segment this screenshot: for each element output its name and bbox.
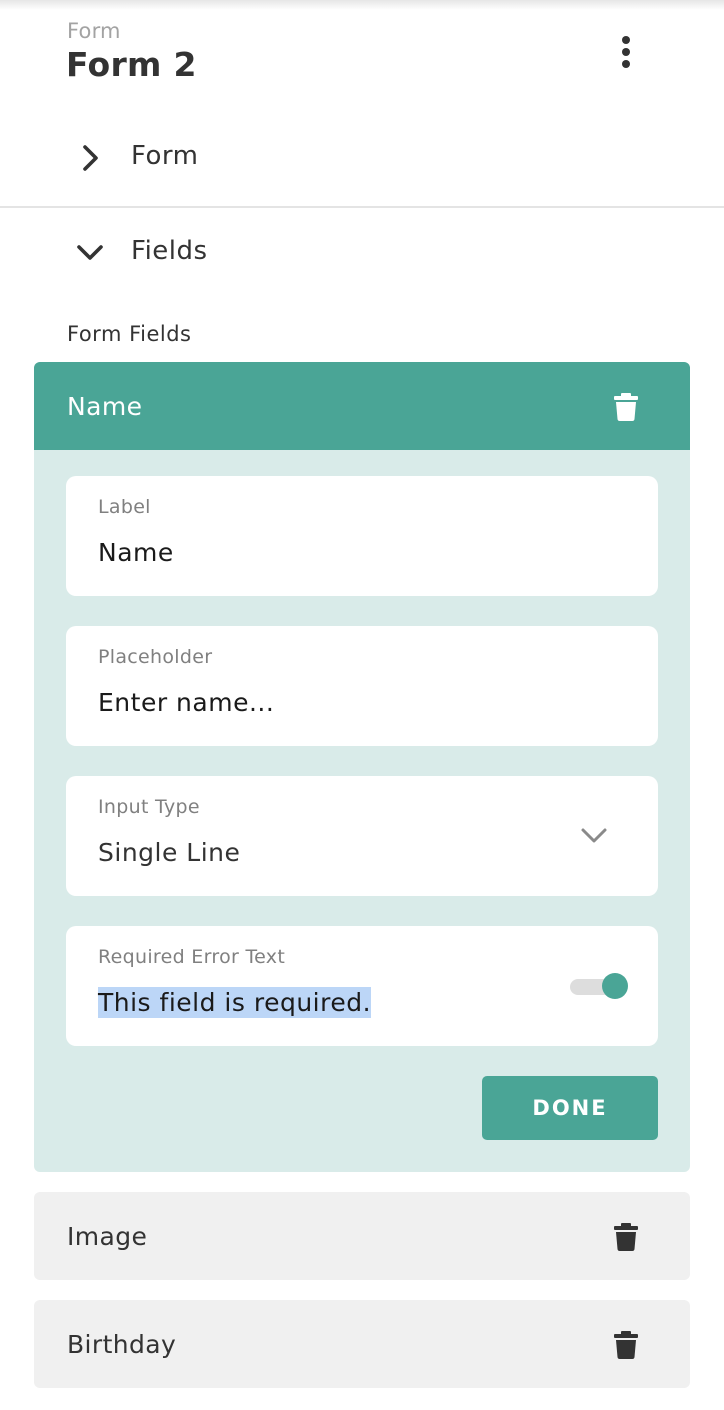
page-title: Form 2 xyxy=(66,45,197,84)
trash-icon[interactable] xyxy=(614,393,638,421)
panel-header: Form Form 2 xyxy=(0,0,724,100)
required-error-caption: Required Error Text xyxy=(98,946,286,968)
field-card-name: Name Label Name Placeholder Enter name..… xyxy=(34,362,690,1172)
input-type-caption: Input Type xyxy=(98,796,200,818)
field-card-birthday[interactable]: Birthday xyxy=(34,1300,690,1388)
chevron-down-icon xyxy=(77,245,103,260)
section-form-label: Form xyxy=(131,141,199,171)
label-field-caption: Label xyxy=(98,496,151,518)
label-field[interactable]: Label Name xyxy=(66,476,658,596)
required-error-field[interactable]: Required Error Text This field is requir… xyxy=(66,926,658,1046)
placeholder-field[interactable]: Placeholder Enter name... xyxy=(66,626,658,746)
more-vertical-icon-dot xyxy=(622,48,630,56)
toggle-knob xyxy=(602,973,628,999)
chevron-right-icon xyxy=(83,145,98,171)
more-vertical-icon xyxy=(622,36,630,44)
field-card-header[interactable]: Name xyxy=(34,362,690,450)
placeholder-field-value[interactable]: Enter name... xyxy=(98,688,274,717)
section-fields-toggle[interactable]: Fields xyxy=(0,208,724,300)
placeholder-field-caption: Placeholder xyxy=(98,646,213,668)
form-fields-heading: Form Fields xyxy=(67,322,192,346)
section-fields-label: Fields xyxy=(131,236,208,266)
required-error-value[interactable]: This field is required. xyxy=(98,987,372,1018)
trash-icon[interactable] xyxy=(614,1223,638,1251)
field-card-title: Name xyxy=(67,392,143,421)
trash-icon[interactable] xyxy=(614,1331,638,1359)
more-vertical-icon-dot xyxy=(622,60,630,68)
panel-kicker: Form xyxy=(67,19,121,43)
required-toggle[interactable] xyxy=(570,973,628,999)
section-form-toggle[interactable]: Form xyxy=(0,113,724,205)
more-options-button[interactable] xyxy=(606,30,646,74)
selected-text: This field is required. xyxy=(98,987,372,1018)
done-button[interactable]: DONE xyxy=(482,1076,658,1140)
label-field-value[interactable]: Name xyxy=(98,538,174,567)
input-type-value: Single Line xyxy=(98,838,241,867)
field-card-image[interactable]: Image xyxy=(34,1192,690,1280)
chevron-down-icon[interactable] xyxy=(578,822,610,850)
field-card-title: Image xyxy=(67,1222,148,1251)
input-type-select[interactable]: Input Type Single Line xyxy=(66,776,658,896)
field-card-title: Birthday xyxy=(67,1330,177,1359)
